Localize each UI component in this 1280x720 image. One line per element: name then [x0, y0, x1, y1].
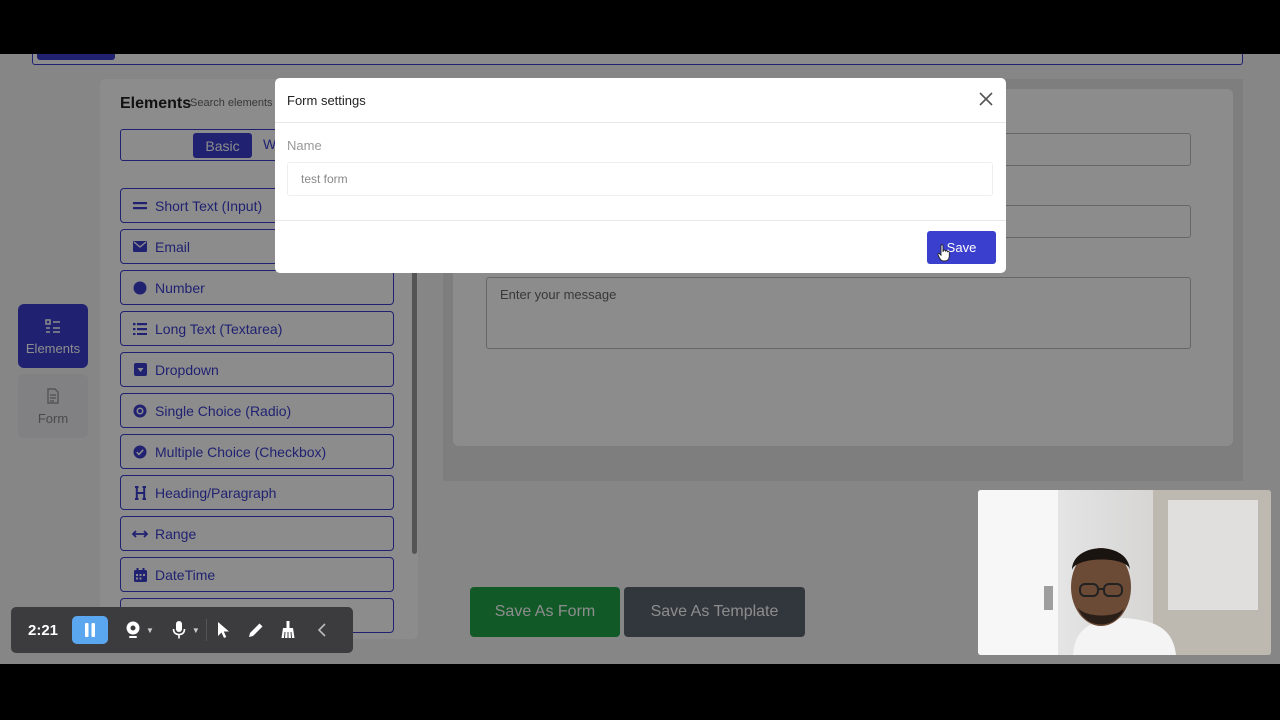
broom-icon	[281, 621, 295, 639]
form-name-input[interactable]: test form	[287, 162, 993, 196]
pen-tool-button[interactable]	[245, 619, 267, 641]
chevron-down-icon[interactable]: ▼	[192, 626, 200, 635]
webcam-icon	[126, 621, 140, 638]
pause-icon	[85, 623, 95, 637]
chevron-left-icon	[317, 623, 326, 637]
modal-title: Form settings	[287, 92, 366, 108]
close-icon[interactable]	[978, 91, 994, 107]
form-settings-modal: Form settings Name test form Save	[275, 78, 1006, 273]
hand-pointer-icon	[937, 244, 950, 262]
webcam-video-frame	[978, 490, 1271, 655]
microphone-icon	[172, 621, 186, 639]
cursor-arrow-icon	[217, 622, 229, 638]
pause-button[interactable]	[72, 616, 108, 644]
pointer-tool-button[interactable]	[213, 619, 235, 641]
recording-timer: 2:21	[28, 621, 59, 639]
name-label: Name	[287, 138, 322, 153]
modal-body: Name test form	[275, 123, 1006, 211]
webcam-toggle-button[interactable]	[122, 619, 144, 641]
recorder-toolbar: 2:21 ▼ ▼	[11, 607, 353, 653]
modal-header: Form settings	[275, 78, 1006, 123]
collapse-toolbar-button[interactable]	[311, 619, 333, 641]
toolbar-divider	[205, 619, 207, 641]
eraser-tool-button[interactable]	[277, 619, 299, 641]
modal-footer: Save	[275, 220, 1006, 273]
screen: Elements Form Elements Search elements B…	[0, 0, 1280, 720]
chevron-down-icon[interactable]: ▼	[146, 626, 154, 635]
pencil-icon	[248, 623, 263, 637]
webcam-preview	[978, 490, 1271, 655]
microphone-button[interactable]	[168, 619, 190, 641]
